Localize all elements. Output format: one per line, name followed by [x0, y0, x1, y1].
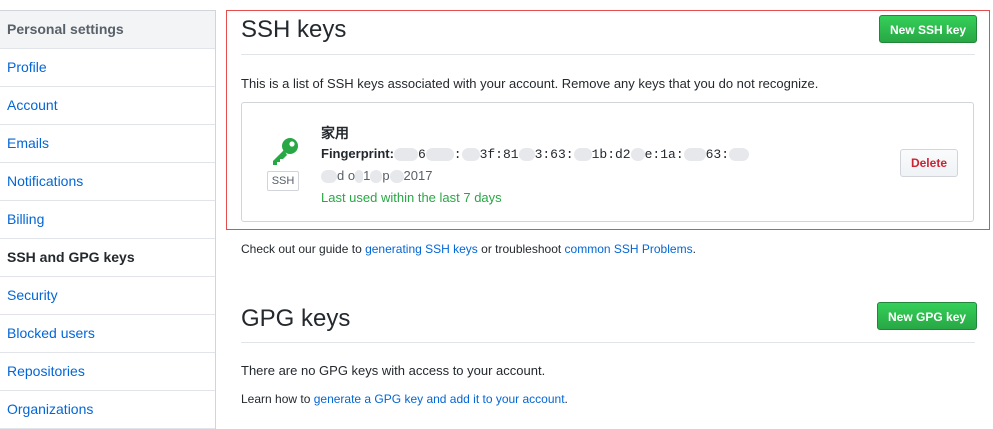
redacted-mask	[355, 170, 364, 184]
ssh-guide-middle: or troubleshoot	[477, 242, 565, 256]
sidebar-header: Personal settings	[0, 11, 215, 49]
gpg-learn-note: Learn how to generate a GPG key and add …	[241, 392, 568, 406]
redacted-mask	[518, 148, 535, 162]
added-fragment: 1	[363, 168, 371, 183]
sidebar-item-emails[interactable]: Emails	[0, 125, 215, 163]
ssh-key-name: 家用	[321, 125, 349, 141]
fingerprint-fragment: 1b:d2	[591, 147, 631, 162]
redacted-mask	[461, 148, 480, 162]
fingerprint-fragment: :	[453, 147, 462, 162]
added-fragment: 2017	[403, 168, 433, 183]
sidebar-item-billing[interactable]: Billing	[0, 201, 215, 239]
redacted-mask	[729, 148, 750, 162]
ssh-key-added-date: d o 1 p 2017	[321, 168, 433, 184]
common-ssh-problems-link[interactable]: common SSH Problems	[565, 242, 693, 256]
ssh-guide-suffix: .	[692, 242, 696, 256]
redacted-mask	[393, 148, 418, 162]
ssh-guide-prefix: Check out our guide to	[241, 242, 366, 256]
gpg-title-divider	[241, 342, 975, 343]
sidebar-item-security[interactable]: Security	[0, 277, 215, 315]
delete-ssh-key-button[interactable]: Delete	[899, 149, 958, 177]
sidebar-item-notifications[interactable]: Notifications	[0, 163, 215, 201]
redacted-mask	[389, 170, 404, 184]
new-gpg-key-button[interactable]: New GPG key	[877, 302, 978, 330]
generate-gpg-key-link[interactable]: generate a GPG key and add it to your ac…	[314, 392, 565, 406]
fingerprint-fragment: e:1a:	[644, 147, 684, 162]
fingerprint-fragment: 63:	[705, 147, 730, 162]
key-icon	[273, 138, 298, 165]
gpg-learn-suffix: .	[564, 392, 568, 406]
sidebar-item-account[interactable]: Account	[0, 87, 215, 125]
sidebar-item-profile[interactable]: Profile	[0, 49, 215, 87]
sidebar-item-organizations[interactable]: Organizations	[0, 391, 215, 429]
ssh-key-fingerprint: Fingerprint: 6: 3f:81 3:63: 1b:d2 e:1a: 63:	[321, 146, 750, 162]
fingerprint-fragment: 3f:81	[479, 147, 519, 162]
sidebar-item-ssh-gpg-keys[interactable]: SSH and GPG keys	[0, 239, 215, 277]
added-fragment: p	[382, 168, 390, 183]
ssh-keys-title: SSH keys	[241, 16, 347, 43]
ssh-title-divider	[241, 54, 975, 55]
generating-ssh-keys-link[interactable]: generating SSH keys	[365, 242, 478, 256]
fingerprint-fragment: 3:63:	[534, 147, 574, 162]
ssh-key-type-badge: SSH	[267, 171, 299, 191]
redacted-mask	[321, 170, 337, 184]
ssh-description: This is a list of SSH keys associated wi…	[241, 76, 819, 91]
gpg-learn-prefix: Learn how to	[241, 392, 314, 406]
ssh-guide-note: Check out our guide to generating SSH ke…	[241, 242, 696, 256]
gpg-empty-text: There are no GPG keys with access to you…	[241, 363, 546, 378]
redacted-mask	[573, 148, 592, 162]
sidebar-item-blocked-users[interactable]: Blocked users	[0, 315, 215, 353]
gpg-keys-title: GPG keys	[241, 305, 351, 332]
added-fragment: d o	[337, 168, 356, 183]
redacted-mask	[370, 170, 383, 184]
fingerprint-fragment: 6	[417, 147, 426, 162]
ssh-key-last-used: Last used within the last 7 days	[321, 190, 502, 205]
new-ssh-key-button[interactable]: New SSH key	[879, 15, 978, 43]
redacted-mask	[683, 148, 706, 162]
sidebar-item-repositories[interactable]: Repositories	[0, 353, 215, 391]
redacted-mask	[425, 148, 454, 162]
fingerprint-label: Fingerprint:	[321, 146, 394, 161]
ssh-key-card: SSH 家用 Fingerprint: 6: 3f:81 3:63: 1b:d2 e:1a…	[241, 102, 974, 222]
redacted-mask	[630, 148, 645, 162]
settings-sidebar: Personal settings Profile Account Emails…	[0, 10, 216, 429]
